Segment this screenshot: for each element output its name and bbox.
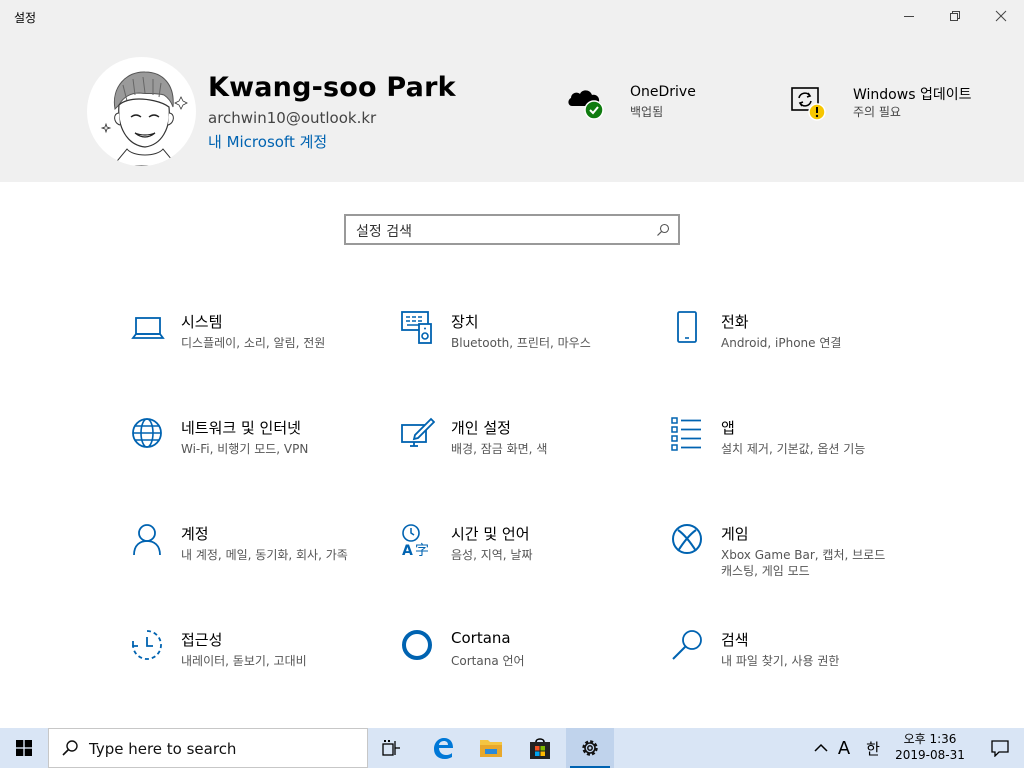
category-devices[interactable]: 장치 Bluetooth, 프린터, 마우스 <box>401 311 641 381</box>
gear-icon <box>582 740 598 756</box>
category-name: 시스템 <box>181 313 223 331</box>
category-name: 네트워크 및 인터넷 <box>181 419 301 437</box>
ease-of-access-icon <box>132 630 162 660</box>
category-desc: 내레이터, 돋보기, 고대비 <box>181 654 307 668</box>
close-button[interactable] <box>978 0 1024 32</box>
category-desc: Wi-Fi, 비행기 모드, VPN <box>181 442 309 456</box>
search-icon <box>672 630 702 660</box>
svg-text:A: A <box>402 543 413 557</box>
window-title: 설정 <box>14 11 37 25</box>
windows-update-subtitle: 주의 필요 <box>853 105 901 119</box>
onedrive-subtitle: 백업됨 <box>630 105 664 119</box>
devices-icon <box>401 311 432 344</box>
clock-time: 오후 1:36 <box>903 732 957 746</box>
xbox-icon <box>672 524 702 554</box>
onedrive-backed-up-icon <box>568 90 604 120</box>
category-desc: Xbox Game Bar, 캡처, 브로드캐스팅, 게임 모드 <box>721 548 886 578</box>
account-header: Kwang-soo Park archwin10@outlook.kr 내 Mi… <box>0 32 1024 182</box>
category-network[interactable]: 네트워크 및 인터넷 Wi-Fi, 비행기 모드, VPN <box>131 417 371 487</box>
search-icon <box>62 740 78 756</box>
store-bag-icon <box>530 738 550 759</box>
onedrive-title: OneDrive <box>630 84 696 100</box>
minimize-button[interactable] <box>886 0 932 32</box>
person-icon <box>133 524 161 556</box>
user-email: archwin10@outlook.kr <box>208 109 377 127</box>
taskbar-search-input[interactable]: Type here to search <box>48 728 368 768</box>
avatar[interactable] <box>87 57 196 166</box>
avatar-illustration-icon <box>100 71 188 166</box>
category-desc: Cortana 언어 <box>451 654 525 668</box>
category-cortana[interactable]: Cortana Cortana 언어 <box>401 629 641 699</box>
file-explorer-button[interactable] <box>467 728 515 768</box>
clock[interactable]: 오후 1:36 2019-08-31 <box>892 731 968 763</box>
apps-list-icon <box>671 417 701 451</box>
edge-browser-icon <box>434 738 453 759</box>
user-name: Kwang-soo Park <box>208 72 456 103</box>
category-name: 전화 <box>721 313 749 331</box>
close-icon <box>995 10 1007 22</box>
category-desc: 배경, 잠금 화면, 색 <box>451 442 548 456</box>
edge-button[interactable] <box>419 728 467 768</box>
settings-search-input[interactable]: 설정 검색 <box>344 214 680 245</box>
folder-icon <box>480 740 502 757</box>
notification-icon <box>991 739 1009 757</box>
svg-text:字: 字 <box>415 543 429 557</box>
category-ease-of-access[interactable]: 접근성 내레이터, 돋보기, 고대비 <box>131 629 371 699</box>
category-apps[interactable]: 앱 설치 제거, 기본값, 옵션 기능 <box>671 417 911 487</box>
phone-icon <box>677 311 697 343</box>
store-button[interactable] <box>516 728 564 768</box>
action-center-button[interactable] <box>976 728 1024 768</box>
category-name: 앱 <box>721 419 735 437</box>
category-name: 장치 <box>451 313 479 331</box>
title-bar: 설정 <box>0 0 1024 32</box>
category-name: 게임 <box>721 525 749 543</box>
laptop-icon <box>131 317 165 339</box>
task-view-icon <box>382 740 400 756</box>
category-desc: Bluetooth, 프린터, 마우스 <box>451 336 591 350</box>
search-icon <box>657 223 670 236</box>
category-desc: 디스플레이, 소리, 알림, 전원 <box>181 336 326 350</box>
category-phone[interactable]: 전화 Android, iPhone 연결 <box>671 311 911 381</box>
show-hidden-icons-button[interactable] <box>810 728 832 768</box>
input-mode-indicator[interactable]: A <box>834 728 854 768</box>
taskbar: Type here to search A 한 오후 1:36 2019-08-… <box>0 728 1024 768</box>
restore-button[interactable] <box>932 0 978 32</box>
category-gaming[interactable]: 게임 Xbox Game Bar, 캡처, 브로드캐스팅, 게임 모드 <box>671 523 911 593</box>
language-indicator[interactable]: 한 <box>860 728 886 768</box>
taskbar-search-placeholder: Type here to search <box>89 740 237 758</box>
category-accounts[interactable]: 계정 내 계정, 메일, 동기화, 회사, 가족 <box>131 523 371 593</box>
category-time-language[interactable]: A 字 시간 및 언어 음성, 지역, 날짜 <box>401 523 641 593</box>
category-desc: 내 파일 찾기, 사용 권한 <box>721 654 840 668</box>
windows-update-warning-icon <box>791 87 826 121</box>
personalization-icon <box>401 417 435 447</box>
task-view-button[interactable] <box>368 728 416 768</box>
search-placeholder: 설정 검색 <box>356 224 412 240</box>
category-desc: 음성, 지역, 날짜 <box>451 548 533 562</box>
microsoft-account-link[interactable]: 내 Microsoft 계정 <box>208 131 327 152</box>
category-desc: 내 계정, 메일, 동기화, 회사, 가족 <box>181 548 348 562</box>
category-search[interactable]: 검색 내 파일 찾기, 사용 권한 <box>671 629 911 699</box>
category-name: 접근성 <box>181 631 223 649</box>
start-button[interactable] <box>0 728 48 768</box>
clock-date: 2019-08-31 <box>895 748 965 762</box>
category-desc: Android, iPhone 연결 <box>721 336 842 350</box>
time-language-icon: A 字 <box>402 524 429 557</box>
category-personalization[interactable]: 개인 설정 배경, 잠금 화면, 색 <box>401 417 641 487</box>
restore-icon <box>950 11 960 21</box>
cortana-icon <box>402 630 432 660</box>
category-name: Cortana <box>451 629 511 647</box>
category-name: 계정 <box>181 525 209 543</box>
category-desc: 설치 제거, 기본값, 옵션 기능 <box>721 442 866 456</box>
category-system[interactable]: 시스템 디스플레이, 소리, 알림, 전원 <box>131 311 371 381</box>
windows-logo-icon <box>16 740 32 756</box>
category-name: 검색 <box>721 631 749 649</box>
chevron-up-icon <box>814 743 828 752</box>
settings-app-button[interactable] <box>566 728 614 768</box>
globe-icon <box>132 418 162 448</box>
category-name: 시간 및 언어 <box>451 525 530 543</box>
minimize-icon <box>904 16 914 17</box>
windows-update-title: Windows 업데이트 <box>853 87 972 103</box>
category-name: 개인 설정 <box>451 419 511 437</box>
